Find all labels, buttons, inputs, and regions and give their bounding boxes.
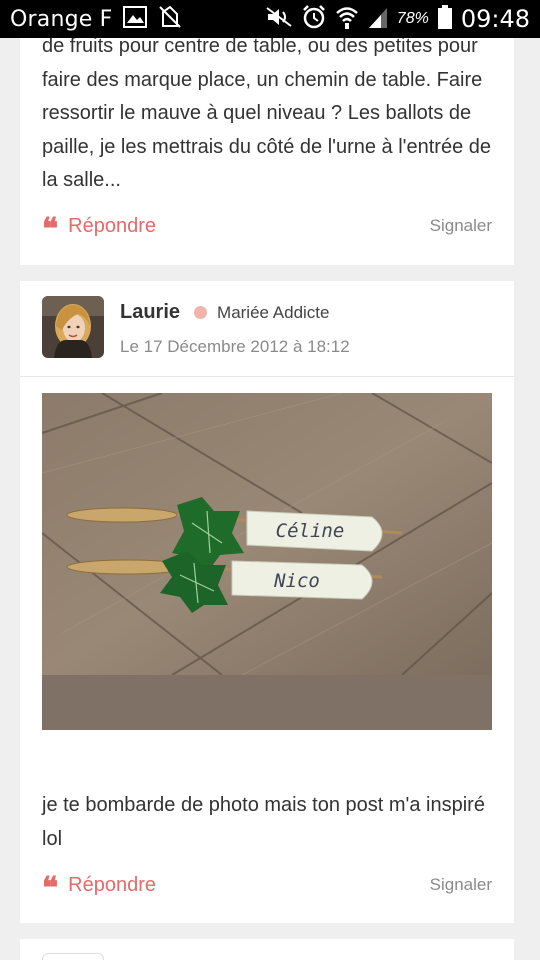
quote-icon: ❝ [42, 874, 59, 896]
battery-percent: 78% [396, 10, 429, 27]
no-sim-icon [157, 4, 183, 35]
post-card [20, 939, 514, 960]
author-name[interactable]: Laurie [120, 301, 180, 324]
post-header: Laurie Mariée Addicte Le 17 Décembre 201… [20, 281, 514, 377]
report-link[interactable]: Signaler [430, 216, 492, 236]
post-date: Le 17 Décembre 2012 à 18:12 [120, 337, 350, 356]
clock: 09:48 [460, 5, 530, 33]
avatar[interactable] [42, 296, 104, 358]
battery-icon [437, 4, 453, 35]
author-line: Laurie Mariée Addicte [120, 301, 329, 324]
status-bar: Orange F 78% 09:48 [0, 0, 540, 38]
post-card: de fruits pour centre de table, ou des p… [20, 0, 514, 265]
name-tag-nico: Nico [273, 570, 320, 592]
role-dot-icon [194, 306, 208, 319]
reply-label: Répondre [68, 214, 156, 237]
post-text: de fruits pour centre de table, ou des p… [42, 35, 492, 191]
carrier-name: Orange F [10, 6, 113, 32]
author-role: Mariée Addicte [217, 302, 330, 322]
reply-button[interactable]: ❝ Répondre [42, 215, 156, 238]
signal-icon [367, 5, 389, 34]
post-actions: ❝ Répondre Signaler [42, 870, 492, 900]
alarm-icon [301, 4, 327, 35]
quote-icon: ❝ [42, 215, 59, 237]
reply-label: Répondre [68, 873, 156, 896]
mute-icon [265, 6, 293, 33]
avatar[interactable] [42, 953, 104, 960]
name-tag-celine: Céline [276, 520, 345, 542]
post-image[interactable]: Céline Nico [42, 393, 492, 730]
post-text: je te bombarde de photo mais ton post m'… [42, 794, 485, 850]
reply-button[interactable]: ❝ Répondre [42, 874, 156, 897]
report-link[interactable]: Signaler [430, 875, 492, 895]
wifi-icon [335, 4, 359, 35]
post-actions: ❝ Répondre Signaler [42, 211, 492, 241]
image-icon [122, 5, 147, 33]
post-card: Laurie Mariée Addicte Le 17 Décembre 201… [20, 281, 514, 923]
